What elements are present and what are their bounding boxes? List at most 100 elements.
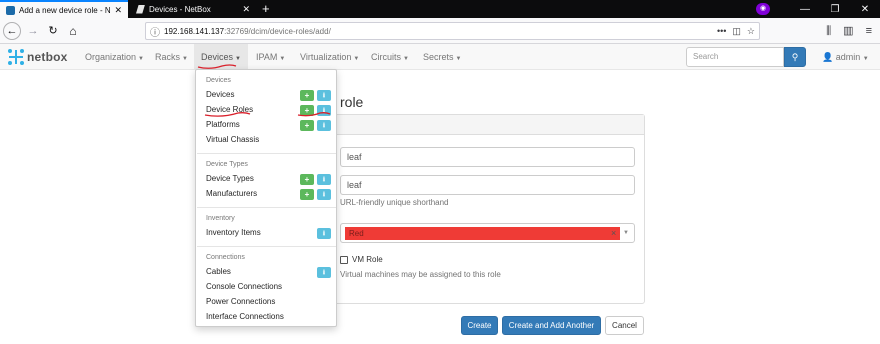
menu-racks[interactable]: Racks ▼ [155,44,188,70]
netbox-logo-icon [8,49,24,65]
bookmark-star-icon[interactable]: ☆ [747,26,755,37]
import-icon[interactable]: ⭳ [317,90,331,101]
caret-down-icon: ▼ [353,56,360,62]
dropdown-item-cables[interactable]: Cables [206,267,231,276]
netbox-logo[interactable]: netbox [8,49,68,65]
dropdown-item-virtual-chassis[interactable]: Virtual Chassis [206,135,259,144]
dropdown-divider [197,207,336,208]
back-arrow-icon[interactable]: ← [3,22,21,40]
dropdown-item-platforms[interactable]: Platforms [206,120,240,129]
import-icon[interactable]: ⭳ [317,267,331,278]
plus-icon[interactable]: + [300,189,314,200]
user-menu[interactable]: 👤 admin ▼ [822,44,869,72]
menu-label: Organization [85,52,137,62]
caret-down-icon: ▼ [403,56,409,62]
browser-tab-inactive[interactable]: Devices - NetBox ✕ [130,0,256,18]
browser-tab-active[interactable]: Add a new device role - NetBo ✕ [0,0,128,18]
menu-label: Racks [155,52,181,62]
close-tab-icon[interactable]: ✕ [114,5,122,16]
menu-devices[interactable]: Devices ▼ [194,44,248,70]
caret-down-icon: ▼ [182,56,188,62]
dropdown-header-connections: Connections [206,254,245,261]
netbox-navbar: netbox Organization ▼ Racks ▼ Devices ▼ IPA… [0,44,880,70]
url-text[interactable]: 192.168.141.137:32769/dcim/device-roles/… [164,27,711,36]
slug-input[interactable]: leaf [340,175,635,195]
close-window-icon[interactable]: ✕ [850,4,880,15]
browser-nav-bar: ← → ↻ ⌂ ⓘ 192.168.141.137:32769/dcim/dev… [0,18,880,44]
import-icon[interactable]: ⭳ [317,174,331,185]
caret-down-icon: ▼ [279,56,286,62]
menu-secrets[interactable]: Secrets ▼ [423,44,461,70]
reload-icon[interactable]: ↻ [44,22,62,40]
panel-heading [335,115,644,135]
dropdown-item-interface-connections[interactable]: Interface Connections [206,312,284,321]
dropdown-header-inventory: Inventory [206,215,235,222]
caret-down-icon: ▼ [455,56,462,62]
url-path: :32769/dcim/device-roles/add/ [224,26,331,36]
vm-role-help-text: Virtual machines may be assigned to this… [340,270,501,279]
menu-virtualization[interactable]: Virtualization ▼ [300,44,359,70]
menu-circuits[interactable]: Circuits ▼ [371,44,409,70]
color-value: Red [345,227,620,240]
dropdown-item-manufacturers[interactable]: Manufacturers [206,189,257,198]
create-and-add-another-button[interactable]: Create and Add Another [502,316,601,335]
new-tab-icon[interactable]: + [262,1,270,17]
url-bar[interactable]: ⓘ 192.168.141.137:32769/dcim/device-role… [145,22,760,40]
close-tab-icon[interactable]: ✕ [242,4,250,15]
plus-icon[interactable]: + [300,120,314,131]
dropdown-item-power-connections[interactable]: Power Connections [206,297,275,306]
menu-label: IPAM [256,52,278,62]
menu-organization[interactable]: Organization ▼ [85,44,144,70]
pocket-icon[interactable]: ◫ [732,26,741,37]
dropdown-header-device-types: Device Types [206,161,248,168]
restore-icon[interactable]: ❐ [820,4,850,15]
forward-arrow-icon[interactable]: → [24,22,42,40]
import-icon[interactable]: ⭳ [317,105,331,116]
dropdown-item-inventory-items[interactable]: Inventory Items [206,228,261,237]
page-actions-icon[interactable]: ••• [717,26,726,36]
vm-role-checkbox[interactable] [340,256,348,264]
dropdown-item-device-roles[interactable]: Device Roles [206,105,253,114]
dropdown-divider [197,153,336,154]
dropdown-item-console-connections[interactable]: Console Connections [206,282,282,291]
search-input[interactable]: Search [686,47,784,67]
user-name: admin [835,52,861,62]
plus-icon[interactable]: + [300,105,314,116]
minimize-icon[interactable]: — [790,4,820,15]
dropdown-item-device-types[interactable]: Device Types [206,174,254,183]
import-icon[interactable]: ⭳ [317,228,331,239]
color-select[interactable]: Red × ▼ [340,223,635,243]
hamburger-menu-icon[interactable]: ≡ [866,22,872,40]
page-title: role [340,94,364,110]
caret-down-icon: ▼ [862,56,869,62]
sidebar-icon[interactable]: ▥ [843,22,853,40]
caret-down-icon[interactable]: ▼ [623,224,629,242]
private-browsing-icon: ◉ [756,3,770,15]
import-icon[interactable]: ⭳ [317,120,331,131]
brand-name: netbox [27,50,68,64]
plus-icon[interactable]: + [300,174,314,185]
devices-dropdown-menu: Devices Devices + ⭳ Device Roles + ⭳ Pla… [195,69,337,327]
name-input[interactable]: leaf [340,147,635,167]
vm-role-label: VM Role [352,255,383,264]
menu-ipam[interactable]: IPAM ▼ [256,44,285,70]
cancel-button[interactable]: Cancel [605,316,644,335]
url-host: 192.168.141.137 [164,26,225,36]
import-icon[interactable]: ⭳ [317,189,331,200]
search-button[interactable]: ⚲ [784,47,806,67]
menu-label: Secrets [423,52,454,62]
plus-icon[interactable]: + [300,90,314,101]
library-icon[interactable]: ⫼ [826,22,831,40]
dropdown-item-devices[interactable]: Devices [206,90,234,99]
clear-selection-icon[interactable]: × [611,224,616,242]
dropdown-header-devices: Devices [206,77,231,84]
caret-down-icon: ▼ [138,56,144,62]
home-icon[interactable]: ⌂ [64,22,82,40]
user-icon: 👤 [822,52,834,62]
netbox-favicon-icon [6,5,15,15]
create-button[interactable]: Create [461,316,498,335]
browser-tab-bar: Add a new device role - NetBo ✕ Devices … [0,0,880,18]
site-info-icon[interactable]: ⓘ [150,24,160,39]
menu-label: Virtualization [300,52,352,62]
dropdown-divider [197,246,336,247]
